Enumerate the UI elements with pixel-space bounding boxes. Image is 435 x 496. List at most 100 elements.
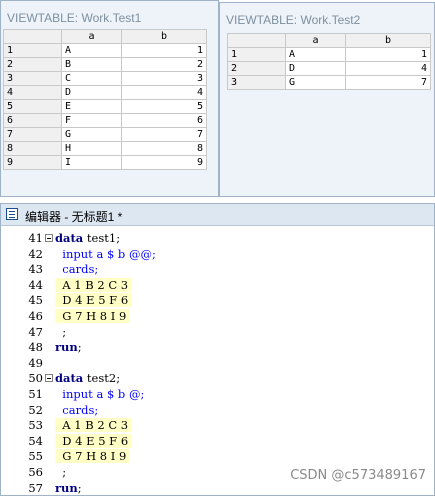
code-line[interactable]: 44 A 1 B 2 C 3 [7, 277, 435, 294]
collapse-icon[interactable] [45, 234, 53, 242]
code-text: cards; [55, 262, 98, 278]
table-row[interactable]: 8H8 [3, 141, 207, 156]
table-row[interactable]: 2B2 [3, 57, 207, 72]
code-line[interactable]: 54 D 4 E 5 F 6 [7, 433, 435, 450]
cell-b[interactable]: 5 [121, 99, 207, 114]
code-line[interactable]: 53 A 1 B 2 C 3 [7, 418, 435, 434]
row-number[interactable]: 1 [227, 47, 286, 62]
cell-a[interactable]: D [285, 61, 346, 76]
code-rest: A 1 B 2 C 3 [55, 418, 133, 433]
table-row[interactable]: 4D4 [3, 85, 207, 100]
line-number: 46 [28, 308, 43, 323]
table-row[interactable]: 2D4 [227, 61, 431, 76]
viewtable-test2-title: VIEWTABLE: Work.Test2 [226, 13, 361, 27]
code-rest: ; [55, 324, 67, 339]
cell-b[interactable]: 1 [345, 47, 431, 62]
cell-a[interactable]: B [61, 57, 122, 72]
table-row[interactable]: 1A1 [3, 43, 207, 58]
cell-b[interactable]: 8 [121, 141, 207, 156]
row-number[interactable]: 1 [3, 43, 62, 58]
keyword: run [55, 480, 78, 495]
viewtable-test2-grid[interactable]: a b 1A12D43G7 [227, 33, 431, 90]
row-number[interactable]: 9 [3, 155, 62, 170]
row-number[interactable]: 8 [3, 141, 62, 156]
code-line[interactable]: 41 data test1; [7, 231, 435, 247]
cell-b[interactable]: 1 [121, 43, 207, 58]
cell-b[interactable]: 7 [121, 127, 207, 142]
table-row[interactable]: 6F6 [3, 113, 207, 128]
line-number: 44 [28, 277, 43, 292]
cell-a[interactable]: A [285, 47, 346, 62]
code-text: data test2; [55, 371, 120, 387]
cell-a[interactable]: G [61, 127, 122, 142]
row-number[interactable]: 7 [3, 127, 62, 142]
line-number: 52 [28, 402, 43, 417]
cell-a[interactable]: G [285, 75, 346, 90]
line-number: 43 [28, 262, 43, 277]
code-line[interactable]: 55 G 7 H 8 I 9 [7, 449, 435, 465]
code-line[interactable]: 52 cards; [7, 403, 435, 419]
row-number[interactable]: 3 [3, 71, 62, 86]
cell-a[interactable]: F [61, 113, 122, 128]
code-line[interactable]: 45 D 4 E 5 F 6 [7, 293, 435, 309]
code-text: A 1 B 2 C 3 [55, 277, 133, 294]
cell-b[interactable]: 6 [121, 113, 207, 128]
code-text: G 7 H 8 I 9 [55, 449, 131, 465]
cell-b[interactable]: 4 [345, 61, 431, 76]
code-rest: cards; [55, 262, 99, 277]
code-area[interactable]: 41 data test1; 42 input a $ b @@; 43 cards;… [7, 231, 435, 496]
viewtable-test1-window[interactable]: VIEWTABLE: Work.Test1 a b 1A12B23C34D45E… [0, 0, 219, 197]
code-rest: G 7 H 8 I 9 [55, 308, 131, 323]
row-number[interactable]: 2 [3, 57, 62, 72]
code-line[interactable]: 50 data test2; [7, 371, 435, 387]
cell-a[interactable]: A [61, 43, 122, 58]
column-header-a[interactable]: a [61, 29, 122, 44]
cell-b[interactable]: 3 [121, 71, 207, 86]
code-text: run; [55, 340, 82, 356]
table-row[interactable]: 7G7 [3, 127, 207, 142]
code-text: G 7 H 8 I 9 [55, 308, 131, 325]
row-number[interactable]: 4 [3, 85, 62, 100]
collapse-icon[interactable] [45, 374, 53, 383]
table-row[interactable]: 3G7 [227, 75, 431, 90]
code-line[interactable]: 46 G 7 H 8 I 9 [7, 308, 435, 325]
cell-b[interactable]: 9 [121, 155, 207, 170]
row-number[interactable]: 6 [3, 113, 62, 128]
code-text: ; [55, 465, 66, 481]
code-text: data test1; [55, 231, 120, 247]
code-line[interactable]: 48 run; [7, 340, 435, 356]
cell-b[interactable]: 4 [121, 85, 207, 100]
table-row[interactable]: 9I9 [3, 155, 207, 170]
code-rest: D 4 E 5 F 6 [55, 433, 133, 448]
cell-a[interactable]: D [61, 85, 122, 100]
column-header-b[interactable]: b [345, 33, 431, 48]
editor-window[interactable]: 编辑器 - 无标题1 * 41 data test1; 42 input a $ b… [0, 203, 435, 496]
cell-a[interactable]: C [61, 71, 122, 86]
viewtable-test1-grid[interactable]: a b 1A12B23C34D45E56F67G78H89I9 [3, 29, 207, 170]
row-number[interactable]: 3 [227, 75, 286, 90]
code-line[interactable]: 43 cards; [7, 262, 435, 278]
cell-a[interactable]: I [61, 155, 122, 170]
corner-header[interactable] [3, 29, 62, 44]
row-number[interactable]: 5 [3, 99, 62, 114]
cell-b[interactable]: 7 [345, 75, 431, 90]
corner-header[interactable] [227, 33, 286, 48]
cell-b[interactable]: 2 [121, 57, 207, 72]
table-row[interactable]: 3C3 [3, 71, 207, 86]
code-line[interactable]: 49 [7, 356, 435, 372]
code-line[interactable]: 42 input a $ b @@; [7, 247, 435, 263]
code-line[interactable]: 47 ; [7, 325, 435, 341]
cell-a[interactable]: H [61, 141, 122, 156]
row-number[interactable]: 2 [227, 61, 286, 76]
code-text: D 4 E 5 F 6 [55, 293, 133, 309]
editor-title-bar[interactable]: 编辑器 - 无标题1 * [1, 204, 434, 226]
viewtable-test2-window[interactable]: VIEWTABLE: Work.Test2 a b 1A12D43G7 [219, 2, 435, 197]
table-row[interactable]: 1A1 [227, 47, 431, 62]
line-number: 47 [28, 324, 43, 339]
table-row[interactable]: 5E5 [3, 99, 207, 114]
code-rest: ; [77, 480, 82, 495]
column-header-b[interactable]: b [121, 29, 207, 44]
code-line[interactable]: 51 input a $ b @; [7, 387, 435, 403]
cell-a[interactable]: E [61, 99, 122, 114]
column-header-a[interactable]: a [285, 33, 346, 48]
